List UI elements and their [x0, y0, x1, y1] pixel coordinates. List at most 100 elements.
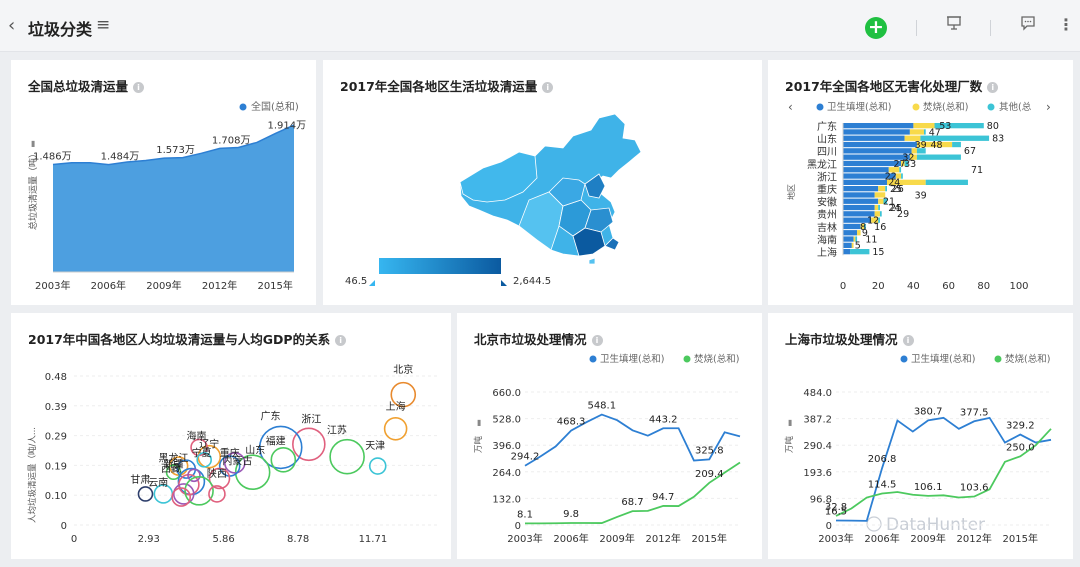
legend-label[interactable]: 卫生填埋(总和): [827, 101, 891, 113]
legend-label[interactable]: 卫生填埋(总和): [911, 353, 975, 365]
y-tick-label: 安徽: [817, 196, 837, 209]
bar-segment: [851, 242, 854, 248]
data-label: 1.708万: [212, 135, 251, 146]
hamburger-icon[interactable]: ≡: [96, 15, 110, 35]
x-tick-label: 2015年: [257, 279, 292, 292]
data-label: 380.7: [914, 406, 943, 417]
x-tick-label: 11.71: [359, 534, 388, 545]
top-bar: ‹ 垃圾分类 ≡ + ⋮: [0, 0, 1080, 52]
legend-next-icon[interactable]: ›: [1046, 100, 1051, 114]
x-tick-label: 2009年: [910, 532, 945, 545]
x-tick-label: 0: [71, 534, 77, 545]
point-label: 北京: [393, 363, 413, 376]
legend-dot: [994, 355, 1002, 363]
y-tick-label: 吉林: [817, 221, 837, 234]
point-label: 江苏: [327, 423, 347, 436]
panel-map: 2017年全国各地区生活垃圾清运量 i 46.5 2,644.5: [323, 60, 762, 305]
presentation-icon[interactable]: [946, 15, 962, 35]
data-label: 377.5: [960, 407, 989, 418]
data-label: 1.486万: [33, 151, 72, 162]
add-button[interactable]: +: [865, 17, 887, 39]
scale-max-label: 2,644.5: [513, 276, 551, 287]
data-label: 39: [915, 190, 927, 201]
data-label: 114.5: [868, 480, 897, 491]
map-regions[interactable]: [459, 113, 642, 265]
y-axis-label: 人均垃圾清运量（吨/人...: [27, 427, 38, 523]
y-tick-label: 浙江: [817, 171, 837, 183]
y-tick-label: 396.0: [492, 441, 521, 452]
y-tick-label: 660.0: [492, 388, 521, 399]
data-label: 1.914万: [267, 120, 306, 131]
comment-icon[interactable]: [1020, 15, 1036, 35]
area-chart: 全国(总和) ▮ 总垃圾清运量（吨） 1.486万 1.484万1.573万1.7…: [27, 100, 306, 292]
data-label: 294.2: [511, 452, 540, 463]
data-label: 80: [987, 121, 999, 132]
data-label: 443.2: [649, 414, 678, 425]
y-tick-label: 海南: [817, 233, 837, 246]
data-label: 329.2: [1006, 421, 1035, 432]
y-tick-label: 290.4: [803, 441, 832, 452]
data-label: 48: [930, 140, 942, 151]
bar-segment: [843, 249, 851, 255]
bar-segment: [923, 129, 926, 135]
bar-segment: [878, 204, 880, 211]
legend-label[interactable]: 卫生填埋(总和): [600, 353, 664, 365]
legend-label[interactable]: 焚烧(总和): [923, 101, 968, 113]
legend-label[interactable]: 焚烧(总和): [1005, 353, 1050, 365]
x-tick-label: 2006年: [864, 532, 899, 545]
data-label: 11: [865, 234, 877, 245]
y-tick-label: 484.0: [803, 388, 832, 399]
x-tick-label: 2012年: [202, 279, 237, 292]
data-label: 33: [904, 159, 916, 170]
x-tick-label: 8.78: [287, 534, 309, 545]
legend-dot: [683, 355, 691, 363]
data-label: 468.3: [557, 417, 586, 428]
data-label: 39: [915, 140, 927, 151]
legend-prev-icon[interactable]: ‹: [788, 100, 793, 114]
panel-plants: 2017年全国各地区无害化处理厂数 i ‹ 卫生填埋(总和) 焚烧(总和) 其他(…: [768, 60, 1073, 305]
data-label: 16: [874, 222, 886, 233]
x-tick-label: 2012年: [956, 532, 991, 545]
legend-dot: [987, 103, 995, 111]
x-tick-label: 2006年: [553, 532, 588, 545]
y-tick-label: 0: [515, 521, 521, 532]
data-label: 71: [971, 165, 983, 176]
data-label: 68.7: [621, 497, 643, 508]
y-tick-label: 0: [61, 521, 67, 532]
page-title: 垃圾分类: [28, 20, 93, 39]
data-label: 103.6: [960, 483, 989, 494]
bar-segment: [879, 211, 882, 217]
bar-segment: [916, 154, 961, 160]
data-label: 5: [855, 241, 861, 252]
data-label: 32.8: [825, 502, 847, 513]
back-chevron-icon[interactable]: ‹: [8, 15, 15, 36]
more-vertical-icon[interactable]: ⋮: [1058, 15, 1074, 34]
data-label: 209.4: [695, 469, 724, 480]
x-tick-label: 2009年: [599, 532, 634, 545]
wechat-icon: [866, 516, 882, 532]
legend-label[interactable]: 全国(总和): [251, 100, 299, 113]
x-tick-label: 0: [840, 281, 846, 292]
scale-min-handle[interactable]: [369, 280, 375, 286]
legend-dot: [900, 355, 908, 363]
point-label: 浙江: [301, 414, 321, 426]
gradient-bar[interactable]: [379, 258, 501, 274]
legend-label[interactable]: 焚烧(总和): [694, 353, 739, 365]
bubble-point: [383, 416, 408, 441]
point-label: 上海: [386, 400, 406, 413]
y-tick-label: 四川: [817, 147, 837, 158]
point-label: 西藏: [161, 463, 181, 475]
y-tick-label: 贵州: [817, 208, 837, 221]
scale-max-handle[interactable]: [501, 280, 507, 286]
point-label: 云南: [148, 476, 168, 489]
legend-dot: [589, 355, 597, 363]
line-chart: 卫生填埋(总和) 焚烧(总和) ▮ 万吨 0 132.0 264.0 396.0 528…: [473, 353, 741, 545]
point-label: 福建: [266, 434, 286, 447]
y-tick-label: 上海: [817, 246, 837, 259]
data-label: 94.7: [652, 492, 674, 503]
y-tick-label: 132.0: [492, 494, 521, 505]
bar-segment: [901, 173, 903, 179]
legend-label[interactable]: 其他(总: [999, 101, 1032, 113]
y-tick-label: 黑龙江: [807, 158, 837, 171]
line-chart: 卫生填埋(总和) 焚烧(总和) ▮ 万吨 DataHunter 096.8193…: [784, 353, 1052, 545]
